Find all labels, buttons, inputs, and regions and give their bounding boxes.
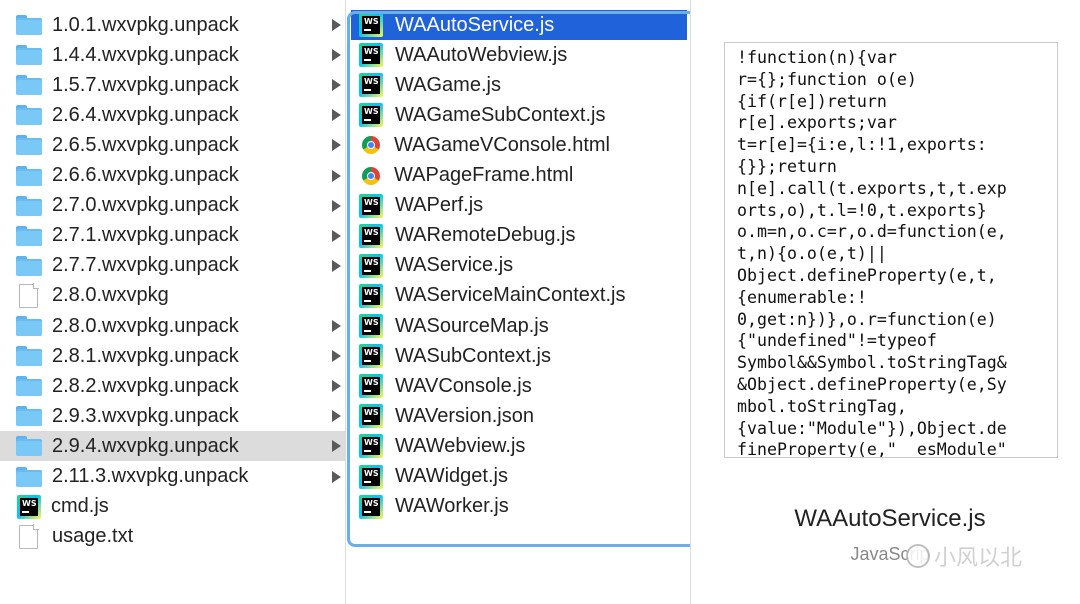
folder-icon [16,346,42,367]
folder-list-item[interactable]: 2.9.3.wxvpkg.unpack [0,401,345,431]
chevron-right-icon [332,109,341,122]
folder-list-item-label: 1.4.4.wxvpkg.unpack [52,43,239,66]
watermark-logo-icon [906,544,930,568]
code-line: !function(n){var [737,48,897,67]
code-line: t=r[e]={i:e,l:!1,exports: [737,135,987,155]
code-line: {value:"Module"}),Object.de [737,418,1007,438]
code-preview: !function(n){var r={};function o(e) {if(r[… [724,42,1058,458]
chevron-right-icon [332,79,341,92]
chevron-right-icon [332,440,341,453]
folder-list-item[interactable]: 2.8.0.wxvpkg [0,281,345,311]
code-line: orts,o),t.l=!0,t.exports} [737,200,987,220]
folder-icon [16,255,42,276]
folder-list-item[interactable]: 2.8.1.wxvpkg.unpack [0,341,345,371]
folder-list-item[interactable]: 1.4.4.wxvpkg.unpack [0,40,345,70]
preview-pane: !function(n){var r={};function o(e) {if(r[… [690,0,1080,604]
code-preview-text: !function(n){var r={};function o(e) {if(r[… [725,43,1057,458]
code-line: {if(r[e])return [737,91,887,111]
folder-list-item-label: 2.7.0.wxvpkg.unpack [52,194,239,217]
preview-file-name: WAAutoService.js [794,505,986,532]
folder-list-item[interactable]: 2.7.7.wxvpkg.unpack [0,251,345,281]
folder-icon [16,466,42,487]
folder-icon [16,376,42,397]
folder-icon [16,135,42,156]
folder-icon [16,225,42,246]
folder-icon [16,75,42,96]
code-line: n[e].call(t.exports,t,t.exp [737,178,1007,198]
code-line: fineProperty(e,"__esModule" [737,440,1007,458]
folder-list-item[interactable]: usage.txt [0,522,345,552]
code-line: Object.defineProperty(e,t, [737,265,997,285]
folder-list-item[interactable]: 2.6.4.wxvpkg.unpack [0,100,345,130]
chevron-right-icon [332,410,341,423]
folder-icon [16,105,42,126]
folder-list-item[interactable]: 2.8.2.wxvpkg.unpack [0,371,345,401]
folder-list-item-label: cmd.js [51,495,109,518]
folder-list-item[interactable]: 2.8.0.wxvpkg.unpack [0,311,345,341]
code-line: r={};function o(e) [737,69,917,89]
document-icon [19,282,39,308]
code-line: mbol.toStringTag, [737,396,907,416]
code-line: {enumerable:! [737,287,867,307]
folder-list-item-label: 2.7.1.wxvpkg.unpack [52,224,239,247]
folder-icon [16,316,42,336]
code-line: {}};return [737,156,837,176]
chevron-right-icon [332,49,341,62]
folder-list-item-label: 2.9.4.wxvpkg.unpack [52,434,239,457]
chevron-right-icon [332,350,341,363]
folder-list-item[interactable]: 2.11.3.wxvpkg.unpack [0,462,345,492]
folder-list-item-label: 2.6.4.wxvpkg.unpack [52,103,239,126]
folder-list-item-label: 2.7.7.wxvpkg.unpack [52,254,239,277]
chevron-right-icon [332,169,341,182]
folder-list-item-label: 2.8.0.wxvpkg [52,284,169,307]
folder-list-item-label: 2.8.2.wxvpkg.unpack [52,374,239,397]
folder-icon [16,165,42,186]
folder-list-item-label: 2.8.0.wxvpkg.unpack [52,314,239,337]
folder-list-item[interactable]: 1.0.1.wxvpkg.unpack [0,10,345,40]
chevron-right-icon [332,259,341,272]
folder-list-item-label: 1.0.1.wxvpkg.unpack [52,13,239,36]
folder-list-item-label: 2.11.3.wxvpkg.unpack [52,465,249,487]
column-focus-ring [347,11,697,547]
folder-list-item[interactable]: 2.6.6.wxvpkg.unpack [0,161,345,191]
folder-list-item-label: 2.9.3.wxvpkg.unpack [52,404,239,427]
folder-icon [16,15,42,35]
chevron-right-icon [332,470,341,483]
folder-list-item[interactable]: 2.7.0.wxvpkg.unpack [0,191,345,221]
folder-list-item[interactable]: 1.5.7.wxvpkg.unpack [0,70,345,100]
folder-icon [16,195,42,216]
chevron-right-icon [332,320,341,332]
folder-list-item-label: 2.6.6.wxvpkg.unpack [52,164,239,186]
folder-list-item-label: 2.6.5.wxvpkg.unpack [52,133,239,156]
folder-list-item-label: 1.5.7.wxvpkg.unpack [52,73,239,96]
code-line: 0,get:n})},o.r=function(e) [737,309,997,329]
folder-icon [16,45,42,66]
chevron-right-icon [332,19,341,31]
folders-column[interactable]: 1.0.1.wxvpkg.unpack 1.4.4.wxvpkg.unpack 1.… [0,0,346,604]
watermark-text: 小风以北 [934,546,1023,571]
watermark: 小风以北 [906,540,1022,572]
code-line: {"undefined"!=typeof [737,331,937,351]
chevron-right-icon [332,199,341,212]
folder-list-item[interactable]: 2.7.1.wxvpkg.unpack [0,221,345,251]
folder-list-item[interactable]: 2.9.4.wxvpkg.unpack [0,431,345,462]
folder-list-item-label: 2.8.1.wxvpkg.unpack [52,344,239,367]
chevron-right-icon [332,139,341,152]
code-line: o.m=n,o.c=r,o.d=function(e, [737,222,1007,242]
chevron-right-icon [332,229,341,242]
code-line: Symbol&&Symbol.toStringTag& [737,353,1007,373]
webstorm-js-icon: WS [17,494,41,519]
chevron-right-icon [332,380,341,393]
folder-list-item-label: usage.txt [52,525,134,548]
document-icon [19,523,39,549]
code-line: t,n){o.o(e,t)|| [737,244,887,264]
folder-list-item[interactable]: 2.6.5.wxvpkg.unpack [0,130,345,160]
folder-list-item[interactable]: WS cmd.js [0,492,345,522]
code-line: r[e].exports;var [737,113,897,133]
code-line: &Object.defineProperty(e,Sy [737,374,1007,394]
folder-icon [16,436,42,457]
folder-icon [16,406,42,427]
